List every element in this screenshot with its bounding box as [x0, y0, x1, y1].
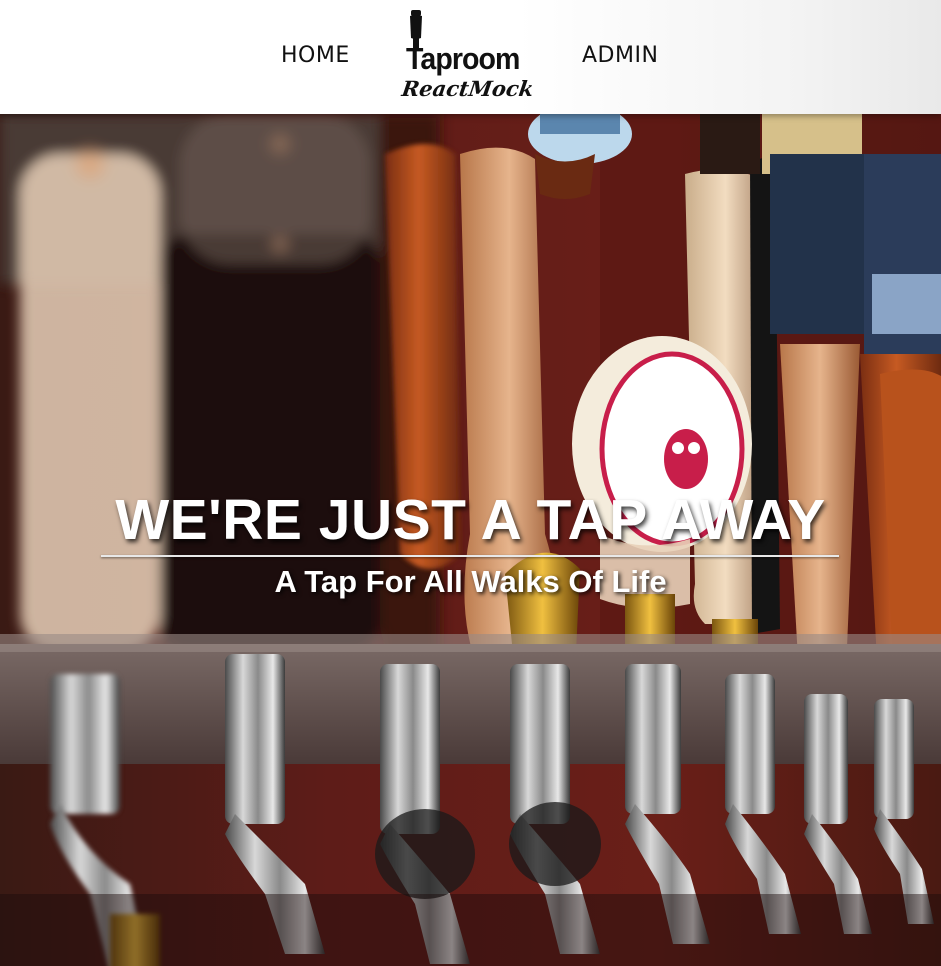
nav-home-link[interactable]: HOME	[281, 43, 350, 68]
hero-divider	[101, 555, 839, 557]
hero-tagline: A Tap For All Walks Of Life	[274, 564, 667, 599]
nav-admin-link[interactable]: ADMIN	[582, 43, 658, 68]
hero-banner: WE'RE JUST A TAP AWAY A Tap For All Walk…	[0, 114, 941, 966]
taproom-logo[interactable]: Taproom ReactMock	[398, 8, 536, 104]
logo-subtitle: ReactMock	[400, 76, 536, 101]
logo-title: Taproom	[406, 41, 520, 76]
hero-headline: WE'RE JUST A TAP AWAY	[115, 488, 826, 552]
top-navbar: HOME Taproom ReactMock ADMIN	[0, 0, 941, 114]
